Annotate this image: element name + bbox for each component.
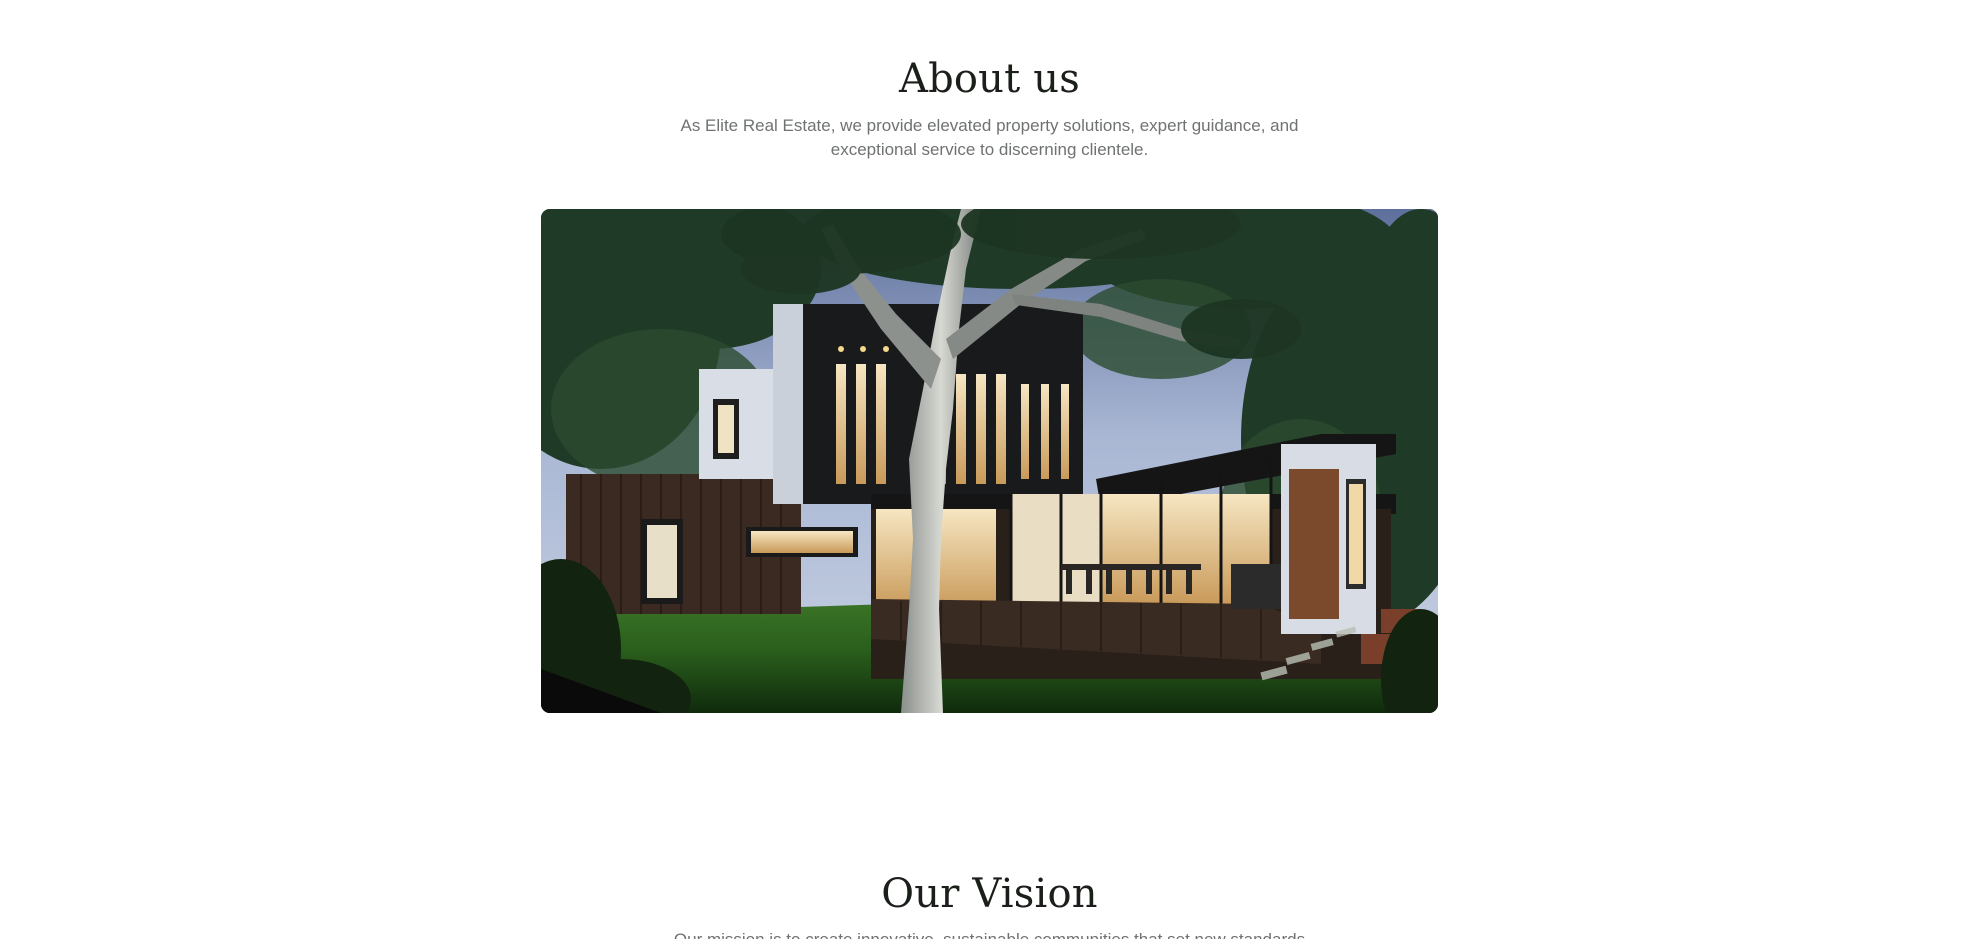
vision-heading: Our Vision — [881, 871, 1098, 917]
vision-description: Our mission is to create innovative, sus… — [630, 928, 1350, 939]
about-heading: About us — [898, 56, 1080, 102]
page: About us As Elite Real Estate, we provid… — [0, 0, 1979, 939]
about-section: About us As Elite Real Estate, we provid… — [0, 52, 1979, 162]
house-photo — [541, 209, 1438, 713]
vision-section: Our Vision Our mission is to create inno… — [0, 868, 1979, 939]
about-description: As Elite Real Estate, we provide elevate… — [680, 116, 1299, 159]
